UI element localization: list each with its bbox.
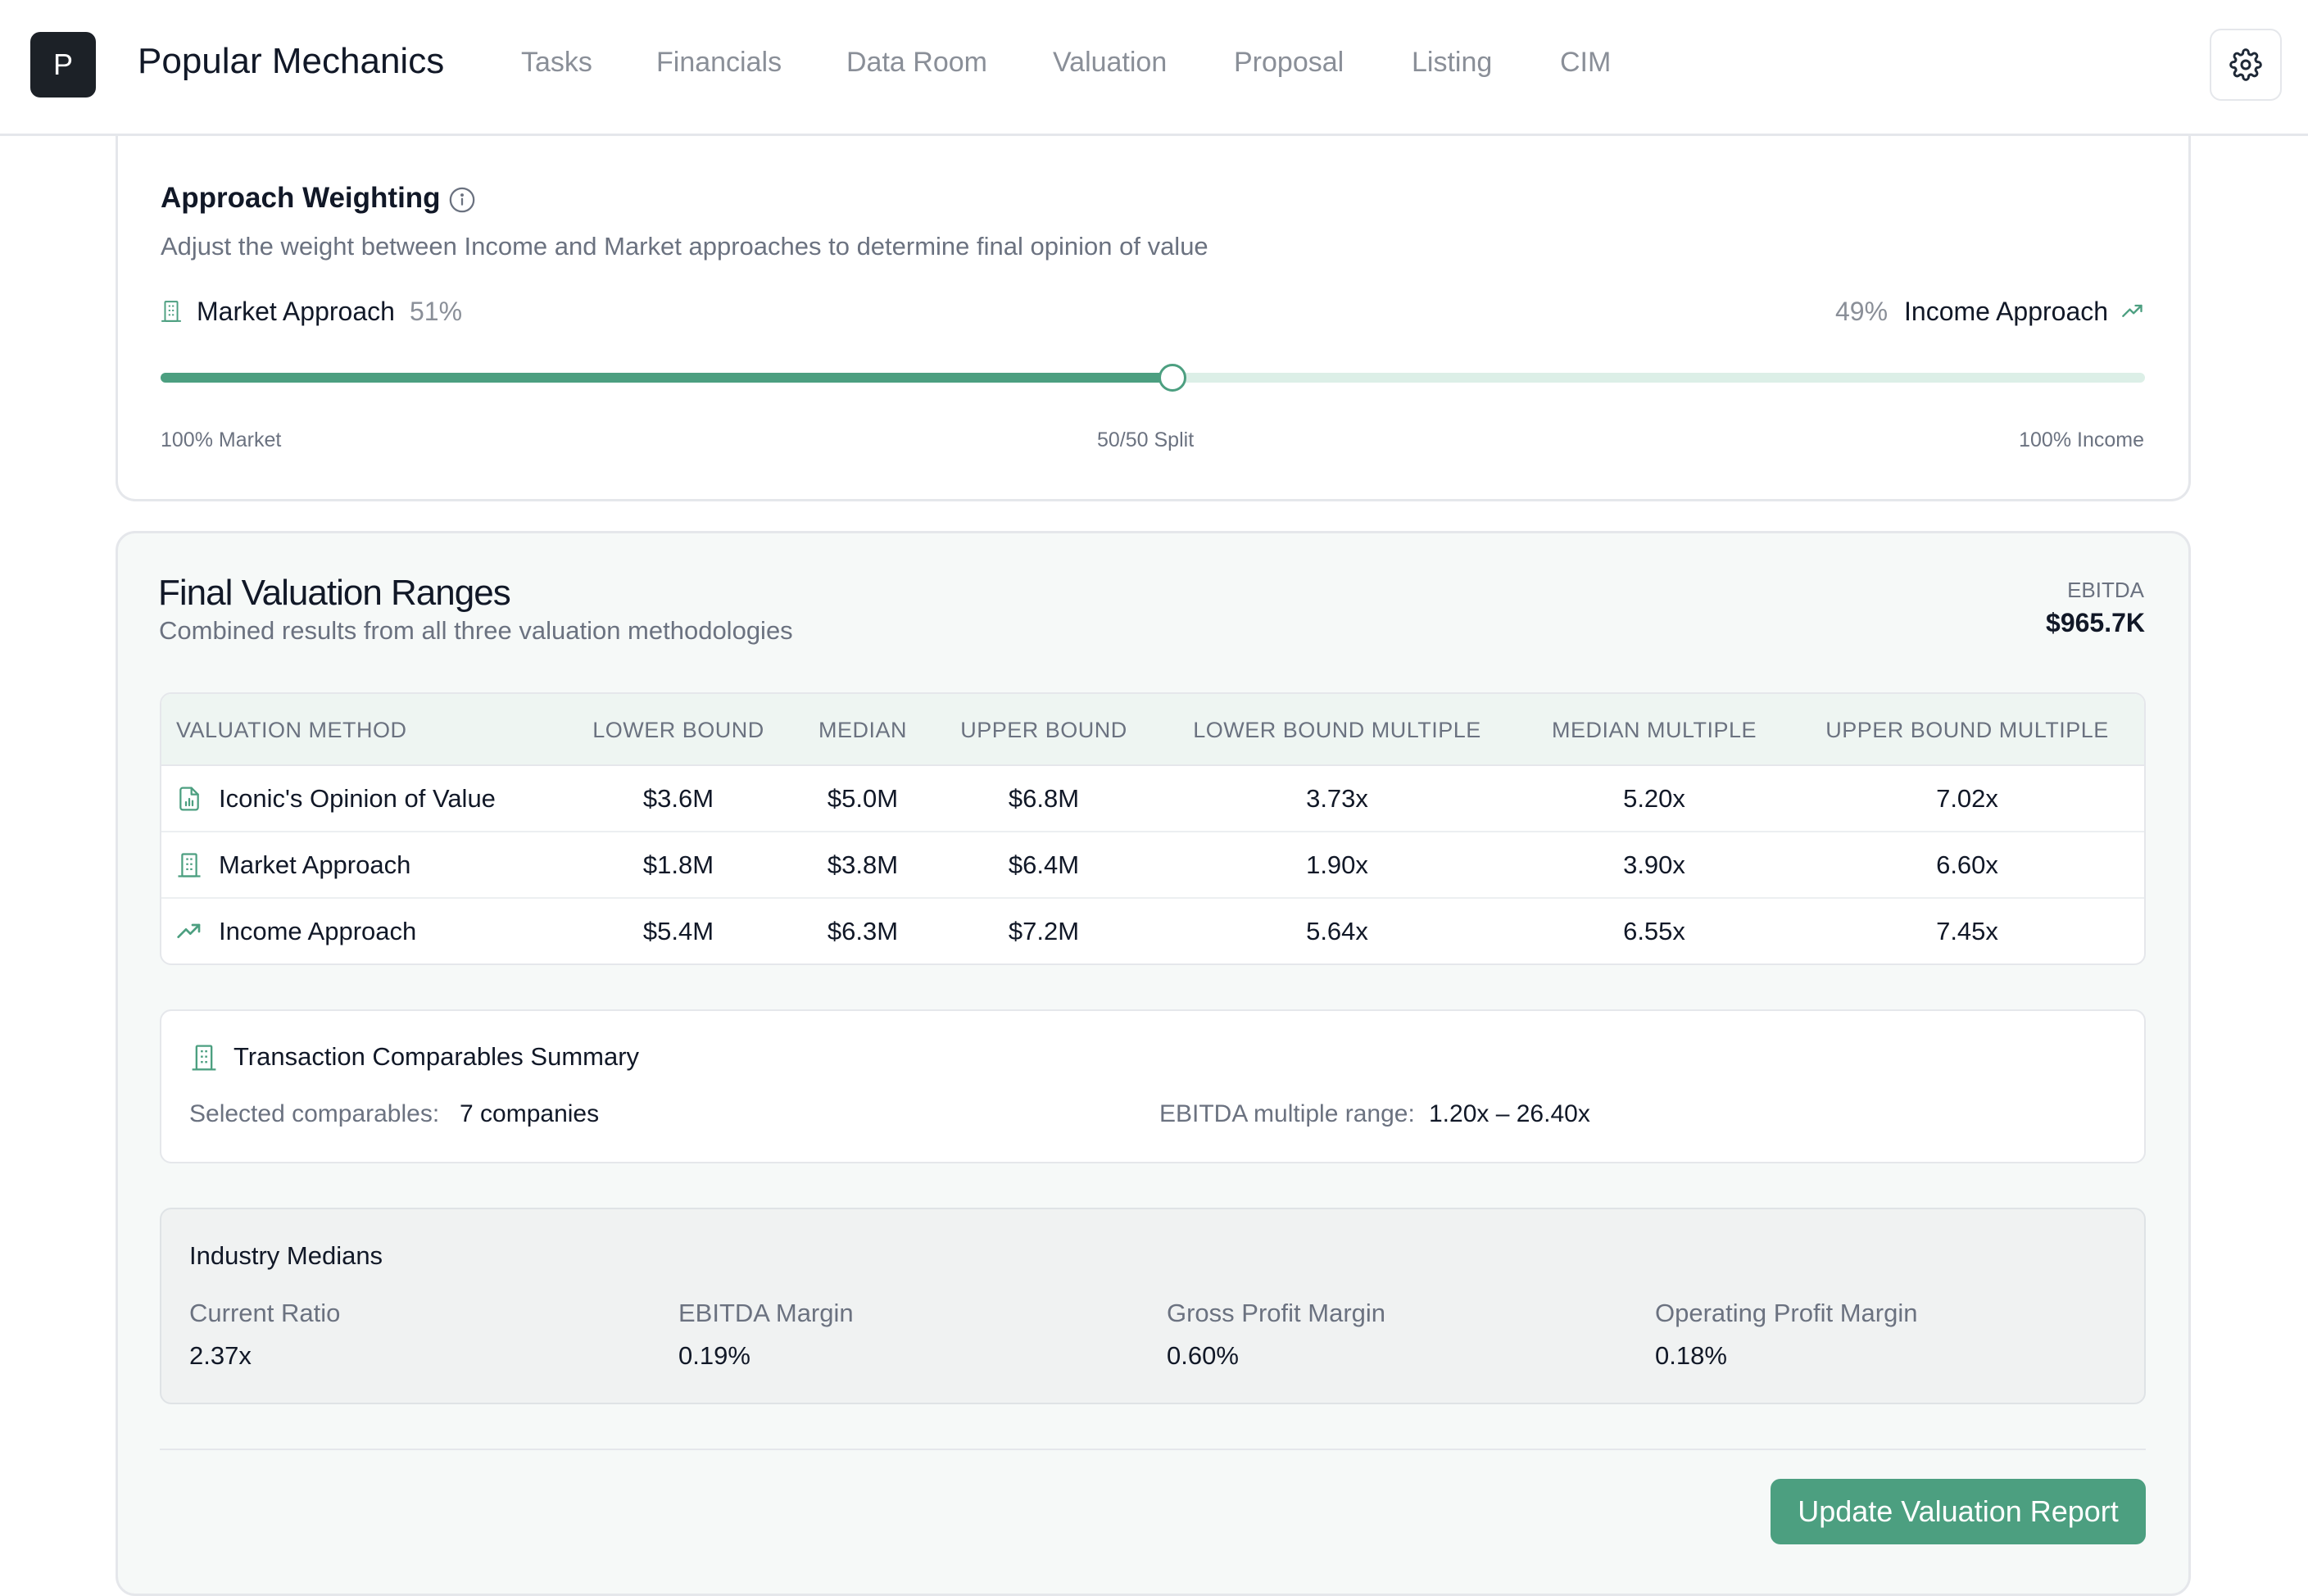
- median-value: $5.0M: [827, 784, 899, 813]
- median-multiple-value: 3.90x: [1623, 850, 1685, 879]
- method-name: Market Approach: [219, 850, 411, 879]
- building-icon: [161, 301, 181, 322]
- building-icon: [192, 1045, 216, 1071]
- section-divider: [160, 1449, 2146, 1450]
- income-approach-label: Income Approach: [1904, 297, 2109, 326]
- column-header-upper-bound-multiple: UPPER BOUND MULTIPLE: [1825, 718, 2109, 742]
- table-row[interactable]: Iconic's Opinion of Value $3.6M $5.0M $6…: [161, 766, 2144, 832]
- ebitda-multiple-range-label: EBITDA multiple range:: [1159, 1100, 1415, 1127]
- lower-bound-value: $5.4M: [642, 917, 714, 945]
- slider-tick-market: 100% Market: [161, 428, 282, 451]
- ebitda-multiple-range-value: 1.20x – 26.40x: [1429, 1100, 1590, 1127]
- valuation-table: VALUATION METHOD LOWER BOUND MEDIAN UPPE…: [160, 692, 2146, 965]
- column-header-median: MEDIAN: [818, 718, 908, 742]
- lower-bound-multiple-value: 5.64x: [1306, 917, 1368, 945]
- table-row[interactable]: Market Approach $1.8M $3.8M $6.4M 1.90x …: [161, 832, 2144, 899]
- median-value: $6.3M: [827, 917, 899, 945]
- market-approach-percent: 51%: [410, 297, 463, 326]
- operating-profit-margin-value: 0.18%: [1655, 1341, 1727, 1370]
- transaction-comparables-panel: [160, 1009, 2146, 1163]
- trending-up-icon: [2122, 304, 2142, 317]
- app-logo[interactable]: P: [30, 32, 96, 97]
- operating-profit-margin-label: Operating Profit Margin: [1655, 1299, 1918, 1327]
- table-header: VALUATION METHOD LOWER BOUND MEDIAN UPPE…: [161, 694, 2144, 766]
- column-header-upper-bound: UPPER BOUND: [960, 718, 1127, 742]
- lower-bound-multiple-value: 3.73x: [1306, 784, 1368, 813]
- industry-medians-title: Industry Medians: [189, 1241, 383, 1270]
- upper-bound-multiple-value: 7.45x: [1936, 917, 1998, 945]
- report-icon: [179, 787, 199, 811]
- method-name: Income Approach: [219, 917, 417, 945]
- nav-tasks[interactable]: Tasks: [521, 47, 592, 79]
- slider-tick-income: 100% Income: [2019, 428, 2144, 451]
- lower-bound-value: $3.6M: [642, 784, 714, 813]
- lower-bound-multiple-value: 1.90x: [1306, 850, 1368, 879]
- upper-bound-multiple-value: 7.02x: [1936, 784, 1998, 813]
- top-navigation-bar: P Popular Mechanics Tasks Financials Dat…: [0, 0, 2308, 136]
- median-multiple-value: 5.20x: [1623, 784, 1685, 813]
- method-name: Iconic's Opinion of Value: [219, 784, 496, 813]
- final-valuation-subtitle: Combined results from all three valuatio…: [159, 616, 793, 645]
- table-row[interactable]: Income Approach $5.4M $6.3M $7.2M 5.64x …: [161, 899, 2144, 963]
- nav-valuation[interactable]: Valuation: [1053, 47, 1167, 79]
- upper-bound-value: $6.8M: [1008, 784, 1080, 813]
- gross-profit-margin-label: Gross Profit Margin: [1167, 1299, 1386, 1327]
- column-header-lower-bound-multiple: LOWER BOUND MULTIPLE: [1193, 718, 1481, 742]
- slider-tick-split: 50/50 Split: [1097, 428, 1195, 451]
- update-valuation-report-button[interactable]: Update Valuation Report: [1771, 1479, 2146, 1544]
- approach-weighting-description: Adjust the weight between Income and Mar…: [161, 232, 1208, 261]
- column-header-method: VALUATION METHOD: [176, 718, 407, 742]
- lower-bound-value: $1.8M: [642, 850, 714, 879]
- median-multiple-value: 6.55x: [1623, 917, 1685, 945]
- nav-proposal[interactable]: Proposal: [1234, 47, 1344, 79]
- gross-profit-margin-value: 0.60%: [1167, 1341, 1239, 1370]
- building-icon: [178, 853, 201, 877]
- gear-icon: [2229, 48, 2262, 81]
- current-ratio-value: 2.37x: [189, 1341, 252, 1370]
- ebitda-margin-value: 0.19%: [678, 1341, 750, 1370]
- upper-bound-multiple-value: 6.60x: [1936, 850, 1998, 879]
- median-value: $3.8M: [827, 850, 899, 879]
- ebitda-label: EBITDA: [2067, 578, 2144, 602]
- weighting-slider[interactable]: [161, 364, 2145, 392]
- nav-data-room[interactable]: Data Room: [846, 47, 987, 79]
- ebitda-margin-label: EBITDA Margin: [678, 1299, 854, 1327]
- column-header-median-multiple: MEDIAN MULTIPLE: [1551, 718, 1757, 742]
- nav-listing[interactable]: Listing: [1412, 47, 1492, 79]
- upper-bound-value: $7.2M: [1008, 917, 1080, 945]
- approach-weighting-title: Approach Weighting: [161, 182, 441, 214]
- upper-bound-value: $6.4M: [1008, 850, 1080, 879]
- selected-comparables-value: 7 companies: [460, 1100, 600, 1127]
- ebitda-value: $965.7K: [2046, 608, 2145, 637]
- current-ratio-label: Current Ratio: [189, 1299, 341, 1327]
- nav-cim[interactable]: CIM: [1560, 47, 1611, 79]
- weighting-slider-fill: [161, 373, 1173, 383]
- market-approach-label: Market Approach: [197, 297, 395, 326]
- transaction-comparables-title: Transaction Comparables Summary: [234, 1042, 640, 1071]
- weighting-slider-thumb[interactable]: [1159, 364, 1187, 392]
- selected-comparables-label: Selected comparables:: [189, 1100, 440, 1127]
- final-valuation-title: Final Valuation Ranges: [158, 573, 511, 613]
- info-icon[interactable]: [448, 186, 476, 214]
- settings-button[interactable]: [2210, 29, 2282, 101]
- trending-up-icon: [177, 923, 201, 938]
- column-header-lower-bound: LOWER BOUND: [592, 718, 764, 742]
- nav-financials[interactable]: Financials: [656, 47, 782, 79]
- company-name: Popular Mechanics: [138, 41, 445, 81]
- income-approach-percent: 49%: [1835, 297, 1889, 326]
